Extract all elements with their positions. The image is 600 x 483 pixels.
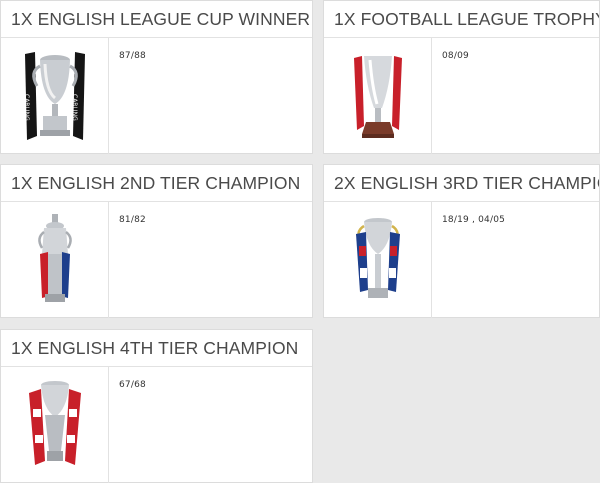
svg-text:CARLING: CARLING (23, 94, 30, 121)
honour-title: 1X ENGLISH 2ND TIER CHAMPION (1, 165, 312, 202)
honour-seasons: 18/19 , 04/05 (442, 215, 506, 225)
honour-seasons: 87/88 (119, 51, 146, 61)
honour-card-league-cup: 1X ENGLISH LEAGUE CUP WINNER CARLING CAR… (0, 0, 313, 154)
fourth-tier-trophy-icon (1, 367, 109, 483)
honour-card-football-league-trophy: 1X FOOTBALL LEAGUE TROPHY WINNER 08/09 (323, 0, 600, 154)
honour-title: 1X ENGLISH 4TH TIER CHAMPION (1, 330, 312, 367)
honour-seasons: 08/09 (442, 51, 469, 61)
league-trophy-icon (324, 38, 432, 154)
second-tier-trophy-icon (1, 202, 109, 318)
league-cup-trophy-icon: CARLING CARLING (1, 38, 109, 154)
honour-card-3rd-tier: 2X ENGLISH 3RD TIER CHAMPION 18/19 , 04/… (323, 164, 600, 318)
honour-title: 1X FOOTBALL LEAGUE TROPHY WINNER (324, 1, 599, 38)
third-tier-trophy-icon (324, 202, 432, 318)
honour-seasons: 81/82 (119, 215, 146, 225)
honour-card-4th-tier: 1X ENGLISH 4TH TIER CHAMPION 67/68 (0, 329, 313, 483)
svg-text:CARLING: CARLING (71, 94, 78, 121)
honour-title: 1X ENGLISH LEAGUE CUP WINNER (1, 1, 312, 38)
honour-card-2nd-tier: 1X ENGLISH 2ND TIER CHAMPION 81/82 (0, 164, 313, 318)
honour-seasons: 67/68 (119, 380, 146, 390)
honour-title: 2X ENGLISH 3RD TIER CHAMPION (324, 165, 599, 202)
